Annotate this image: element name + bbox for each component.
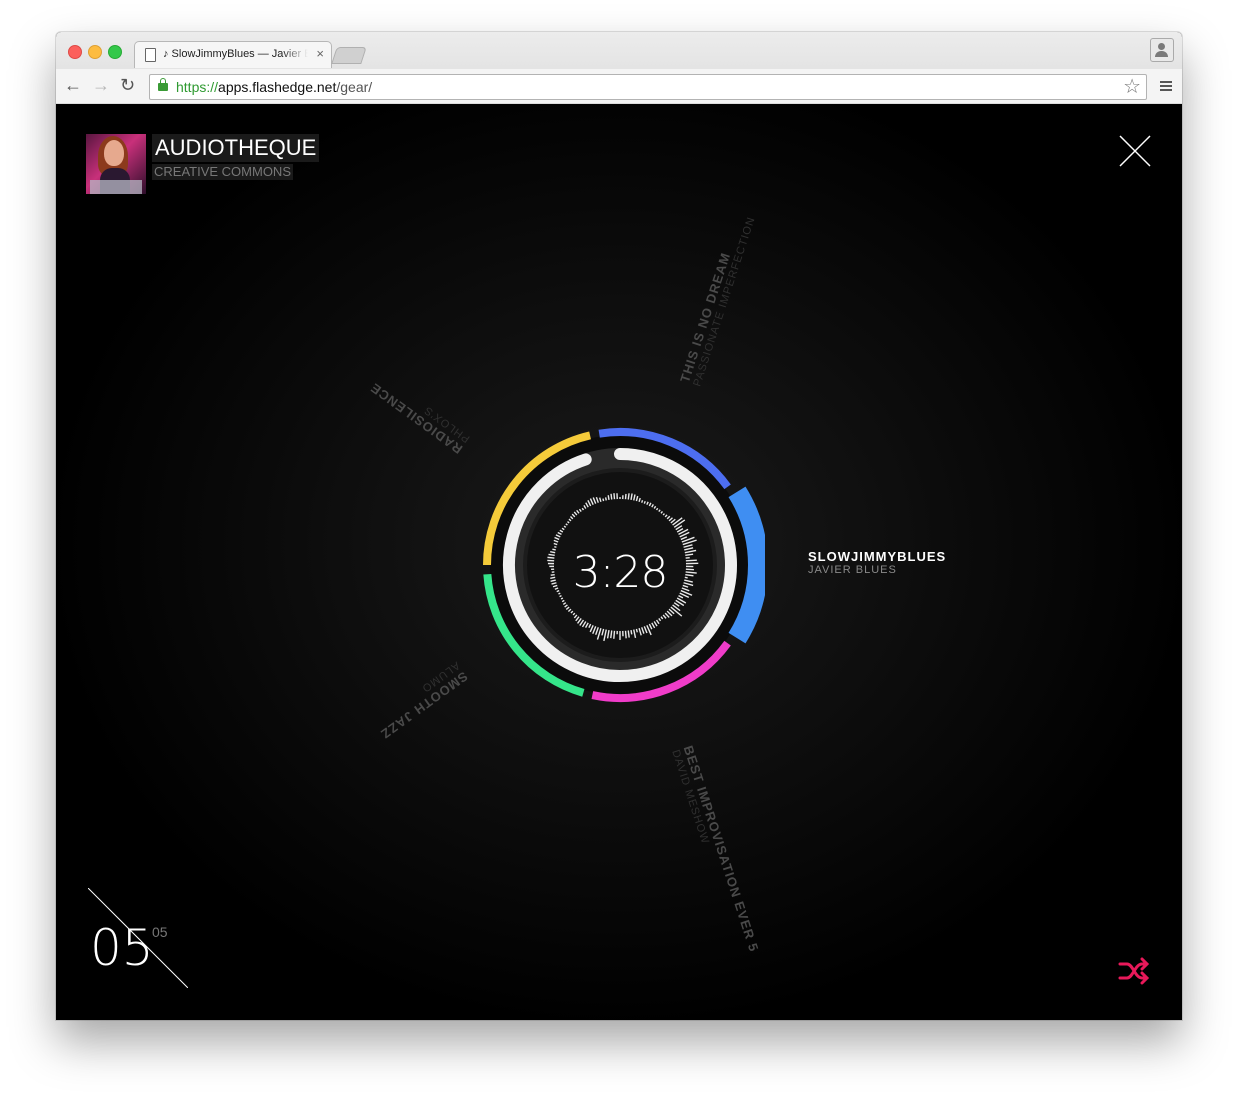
now-playing-artist: JAVIER BLUES bbox=[808, 564, 897, 576]
url-path: /gear/ bbox=[336, 79, 373, 95]
minimize-window-button[interactable] bbox=[88, 45, 102, 59]
tab-close-icon[interactable]: × bbox=[316, 46, 324, 61]
track-title: RADIOSILENCE bbox=[367, 379, 466, 457]
close-icon[interactable] bbox=[1118, 134, 1152, 168]
track-total: 05 bbox=[152, 924, 168, 940]
url-host: apps.flashedge.net bbox=[218, 79, 337, 95]
app-title: AUDIOTHEQUE bbox=[152, 134, 320, 162]
track-item[interactable]: RADIOSILENCE PHLOX'S bbox=[367, 370, 472, 457]
track-title: BEST IMPROVISATION EVER 5 bbox=[680, 743, 762, 954]
elapsed-time: 3:28 bbox=[572, 547, 669, 598]
url-text[interactable]: https://apps.flashedge.net/gear/ bbox=[176, 79, 372, 95]
lock-icon bbox=[158, 78, 168, 91]
shuffle-icon[interactable] bbox=[1118, 956, 1152, 986]
app-subtitle: CREATIVE COMMONS bbox=[152, 164, 293, 180]
track-item[interactable]: BEST IMPROVISATION EVER 5 DAVID MESHOW bbox=[669, 744, 761, 958]
new-tab-button[interactable] bbox=[331, 47, 367, 64]
track-item[interactable]: THIS IS NO DREAM PASSIONATE IMPERFECTION bbox=[677, 211, 758, 388]
profile-icon[interactable] bbox=[1150, 38, 1174, 62]
hamburger-menu-icon[interactable] bbox=[1160, 81, 1172, 83]
album-art[interactable] bbox=[86, 134, 146, 194]
browser-chrome: ♪ SlowJimmyBlues — Javier Blues × ← → ↻ … bbox=[56, 32, 1182, 105]
browser-window: ♪ SlowJimmyBlues — Javier Blues × ← → ↻ … bbox=[56, 32, 1182, 1020]
circular-player[interactable]: 3:28 bbox=[475, 420, 768, 710]
now-playing[interactable]: SLOWJIMMYBLUES JAVIER BLUES bbox=[808, 549, 947, 577]
track-number: 05 bbox=[90, 919, 154, 977]
bookmark-star-icon[interactable]: ☆ bbox=[1123, 74, 1141, 99]
track-item[interactable]: SMOOTH JAZZ ALUMO bbox=[370, 659, 470, 742]
track-artist: DAVID MESHOW bbox=[669, 748, 712, 846]
close-window-button[interactable] bbox=[68, 45, 82, 59]
now-playing-title: SLOWJIMMYBLUES bbox=[808, 549, 947, 564]
url-scheme: https:// bbox=[176, 79, 219, 95]
browser-tab[interactable]: ♪ SlowJimmyBlues — Javier Blues × bbox=[134, 41, 332, 68]
back-arrow-icon[interactable]: ← bbox=[64, 73, 82, 97]
reload-icon[interactable]: ↻ bbox=[120, 73, 135, 97]
music-player-app: AUDIOTHEQUE CREATIVE COMMONS 3:28 SLOWJI… bbox=[56, 104, 1182, 1020]
maximize-window-button[interactable] bbox=[108, 45, 122, 59]
tab-title: ♪ SlowJimmyBlues — Javier Blues bbox=[163, 48, 308, 60]
forward-arrow-icon[interactable]: → bbox=[92, 73, 110, 97]
address-bar[interactable]: https://apps.flashedge.net/gear/ ☆ bbox=[149, 74, 1147, 100]
browser-toolbar: ← → ↻ https://apps.flashedge.net/gear/ ☆ bbox=[56, 69, 1182, 103]
page-icon bbox=[145, 48, 156, 62]
